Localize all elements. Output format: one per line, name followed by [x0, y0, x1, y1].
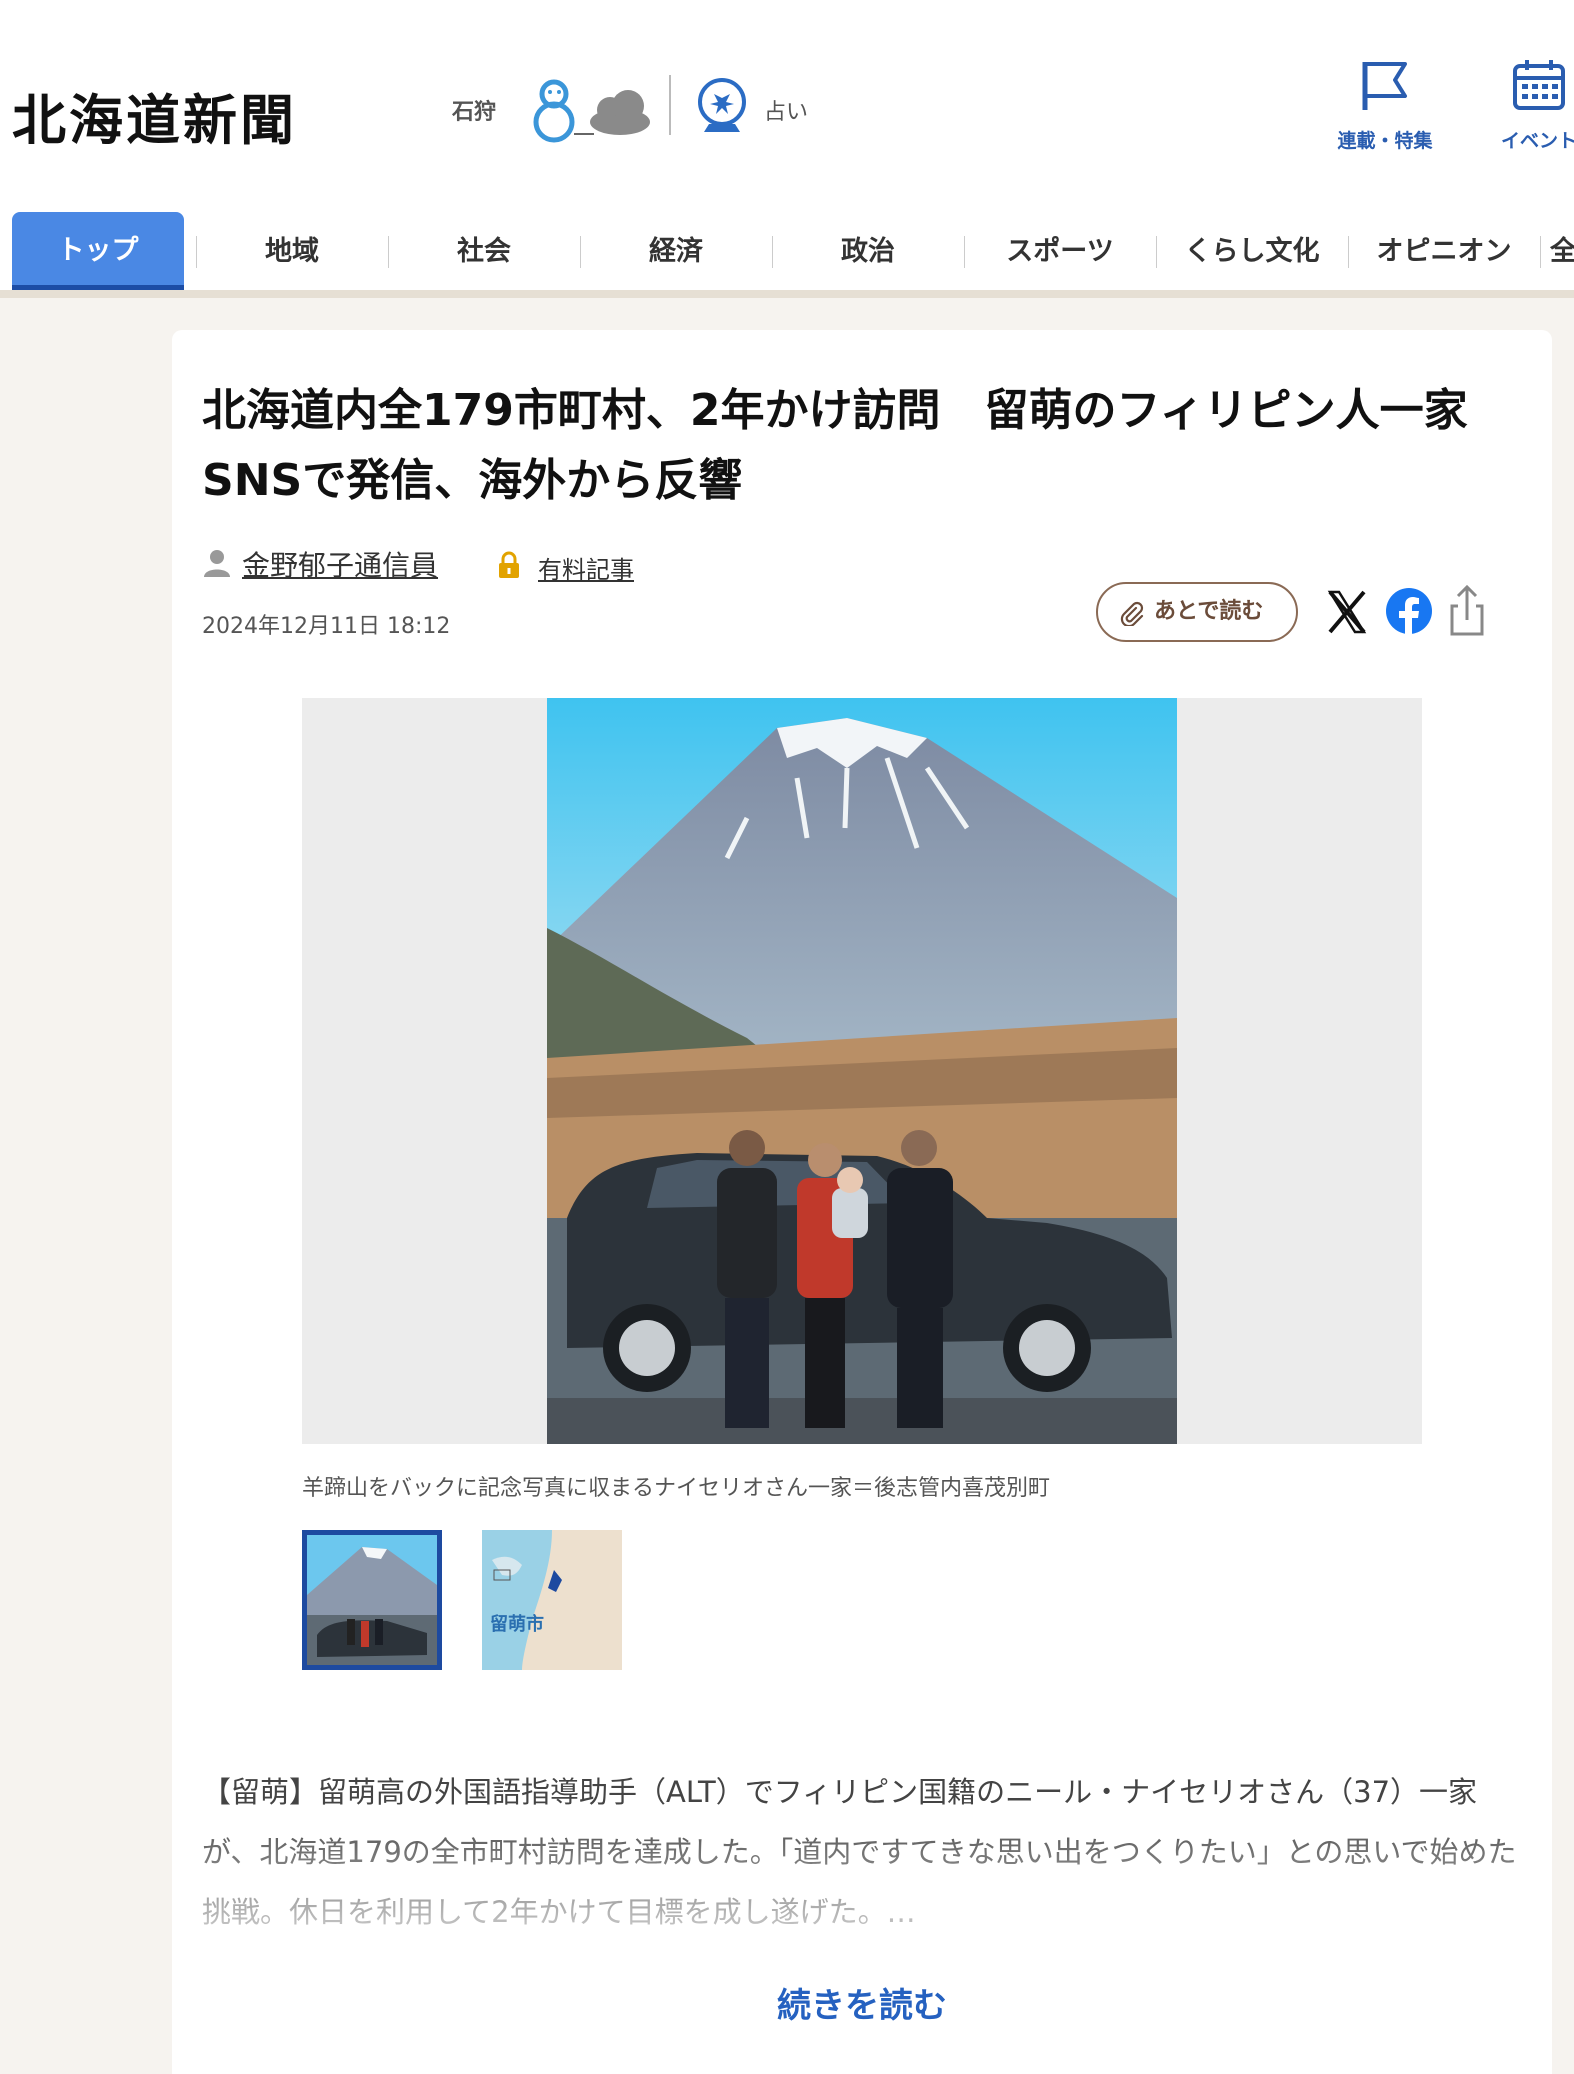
thumbnail-photo-1[interactable] [302, 1530, 442, 1670]
paywall-fade [172, 1810, 1552, 1960]
person-icon [204, 550, 230, 577]
share-icon[interactable] [1442, 584, 1492, 638]
utility-series-label: 連載・特集 [1337, 130, 1433, 152]
read-more-link[interactable]: 続きを読む [172, 1978, 1552, 2027]
snowman-icon [533, 79, 575, 143]
tab-all[interactable]: 全 [1550, 212, 1574, 290]
publish-date: 2024年12月11日 18:12 [202, 614, 451, 639]
article-card: 北海道内全179市町村、2年かけ訪問 留萌のフィリピン人一家 SNSで発信、海外… [172, 330, 1552, 2074]
tab-economy[interactable]: 経済 [580, 212, 772, 290]
flag-icon [1362, 62, 1407, 110]
facebook-icon[interactable] [1384, 584, 1434, 638]
thumbnail-mountain-image [307, 1535, 437, 1665]
read-later-button[interactable]: あとで読む [1096, 582, 1298, 642]
x-icon[interactable] [1322, 584, 1372, 638]
paperclip-icon [1120, 601, 1144, 626]
article-title: 北海道内全179市町村、2年かけ訪問 留萌のフィリピン人一家 SNSで発信、海外… [202, 385, 1512, 506]
read-later-label: あとで読む [1154, 599, 1264, 624]
utility-series[interactable]: 連載・特集 [1320, 56, 1450, 153]
fortune-crystal-ball-icon[interactable] [694, 76, 750, 136]
tab-politics[interactable]: 政治 [772, 212, 964, 290]
thumbnail-map[interactable]: 留萌市 [482, 1530, 622, 1670]
author-link[interactable]: 金野郁子通信員 [242, 544, 438, 584]
calendar-icon [1513, 60, 1565, 110]
tab-society[interactable]: 社会 [388, 212, 580, 290]
tab-region[interactable]: 地域 [196, 212, 388, 290]
tab-top[interactable]: トップ [12, 212, 184, 290]
header-divider [669, 75, 671, 135]
category-nav: トップ 地域 社会 経済 政治 スポーツ くらし文化 オピニオン 全 [0, 212, 1574, 298]
tab-culture[interactable]: くらし文化 [1156, 212, 1348, 290]
tab-opinion[interactable]: オピニオン [1348, 212, 1540, 290]
tab-sports[interactable]: スポーツ [964, 212, 1156, 290]
utility-events[interactable]: イベント [1474, 56, 1574, 153]
map-label: 留萌市 [490, 1613, 544, 1634]
weather-widget[interactable] [528, 72, 654, 144]
thumbnail-map-image: 留萌市 [482, 1530, 622, 1670]
lock-icon [499, 551, 519, 578]
fortune-label[interactable]: 占い [764, 94, 808, 126]
utility-events-label: イベント [1500, 130, 1574, 152]
tab-divider [1540, 236, 1541, 268]
weather-location[interactable]: 石狩 [452, 94, 496, 126]
site-header: 北海道新聞 石狩 占い 連載・特集 イベント [0, 0, 1574, 212]
paid-article-link[interactable]: 有料記事 [538, 550, 634, 585]
main-photo [547, 698, 1177, 1444]
photo-caption: 羊蹄山をバックに記念写真に収まるナイセリオさん一家＝後志管内喜茂別町 [302, 1476, 1051, 1501]
main-photo-frame[interactable] [302, 698, 1422, 1444]
cloud-icon [590, 90, 650, 135]
site-logo[interactable]: 北海道新聞 [12, 76, 297, 155]
